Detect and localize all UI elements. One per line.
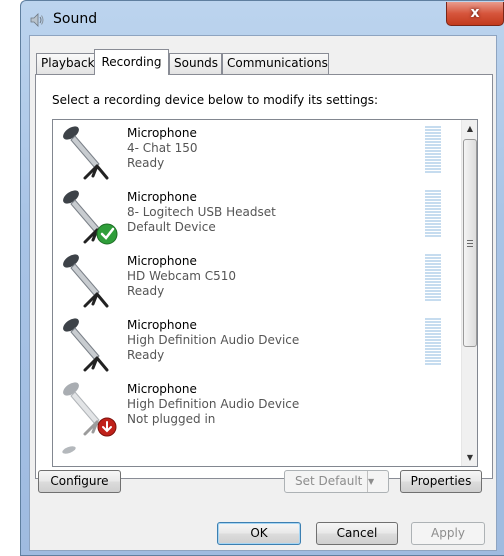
device-description: 4- Chat 150 xyxy=(127,141,198,155)
configure-button[interactable]: Configure xyxy=(38,470,121,493)
level-meter xyxy=(425,254,441,302)
tab-communications[interactable]: Communications xyxy=(222,53,329,74)
device-status: Ready xyxy=(127,348,165,362)
apply-button[interactable]: Apply xyxy=(411,522,485,545)
microphone-icon xyxy=(63,382,117,437)
device-status: Not plugged in xyxy=(127,412,216,426)
set-default-label: Set Default xyxy=(295,474,363,488)
set-default-button[interactable]: Set Default ▼ xyxy=(284,470,389,493)
sound-dialog-window: Sound x Playback Recording Sounds Commun… xyxy=(20,0,504,556)
title-bar[interactable]: Sound x xyxy=(21,1,504,35)
device-item[interactable]: Microphone 4- Chat 150 Ready xyxy=(53,120,461,184)
device-name: Microphone xyxy=(127,382,197,396)
default-check-icon xyxy=(96,223,118,245)
scroll-up-arrow-icon[interactable]: ▲ xyxy=(462,120,477,137)
speaker-icon xyxy=(30,13,44,27)
cancel-button[interactable]: Cancel xyxy=(316,522,398,545)
unplugged-icon xyxy=(97,417,117,437)
device-status: Ready xyxy=(127,156,165,170)
dialog-client-area: Playback Recording Sounds Communications… xyxy=(29,35,497,551)
grip-icon xyxy=(467,240,473,248)
tab-sounds[interactable]: Sounds xyxy=(169,53,222,74)
close-icon: x xyxy=(470,5,480,21)
device-item[interactable]: Microphone High Definition Audio Device … xyxy=(53,312,461,376)
device-status: Ready xyxy=(127,284,165,298)
scroll-down-arrow-icon[interactable]: ▼ xyxy=(462,449,477,466)
recording-device-list[interactable]: Microphone 4- Chat 150 Ready Microphone … xyxy=(52,119,478,467)
microphone-icon xyxy=(63,254,109,308)
close-button[interactable]: x xyxy=(446,2,504,26)
device-name: Microphone xyxy=(127,318,197,332)
device-item[interactable]: Microphone High Definition Audio Device … xyxy=(53,376,461,440)
chevron-down-icon[interactable]: ▼ xyxy=(367,471,388,492)
scroll-thumb[interactable] xyxy=(463,139,477,347)
device-description: 8- Logitech USB Headset xyxy=(127,205,276,219)
level-meter xyxy=(425,318,441,366)
device-description: High Definition Audio Device xyxy=(127,397,300,411)
instruction-text: Select a recording device below to modif… xyxy=(52,93,379,107)
tab-label: Sounds xyxy=(174,56,219,70)
device-name: Microphone xyxy=(127,190,197,204)
level-meter xyxy=(425,190,441,238)
microphone-icon xyxy=(63,318,109,372)
level-meter xyxy=(425,126,441,174)
device-item[interactable]: Microphone HD Webcam C510 Ready xyxy=(53,248,461,312)
device-description: HD Webcam C510 xyxy=(127,269,236,283)
list-scrollbar[interactable]: ▲ ▼ xyxy=(461,120,477,466)
device-name: Microphone xyxy=(127,126,197,140)
properties-button[interactable]: Properties xyxy=(400,470,482,493)
device-item[interactable]: Microphone 8- Logitech USB Headset Defau… xyxy=(53,184,461,248)
tab-label: Playback xyxy=(41,56,95,70)
recording-tab-panel: Select a recording device below to modif… xyxy=(35,74,493,479)
tab-recording[interactable]: Recording xyxy=(94,49,169,75)
microphone-icon xyxy=(63,190,118,245)
device-status: Default Device xyxy=(127,220,216,234)
device-description: High Definition Audio Device xyxy=(127,333,300,347)
microphone-icon xyxy=(63,126,109,180)
tab-label: Recording xyxy=(101,55,162,69)
window-title: Sound xyxy=(53,11,98,27)
tab-playback[interactable]: Playback xyxy=(36,53,95,74)
microphone-icon xyxy=(62,446,76,454)
ok-button[interactable]: OK xyxy=(217,522,301,545)
tab-label: Communications xyxy=(227,56,328,70)
device-name: Microphone xyxy=(127,254,197,268)
